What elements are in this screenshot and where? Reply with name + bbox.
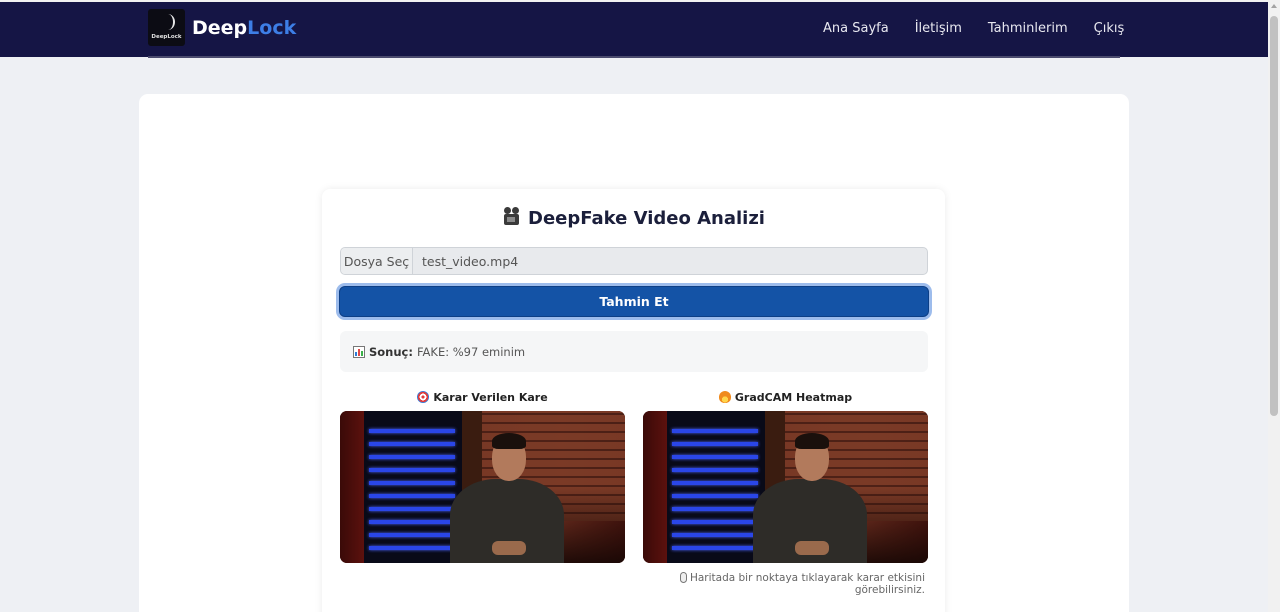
brand-name: DeepLock — [192, 17, 296, 39]
result-label: Sonuç: — [369, 344, 413, 359]
nav-link-my-predictions[interactable]: Tahminlerim — [988, 21, 1068, 36]
movie-camera-icon — [502, 207, 522, 227]
logo-text: DeepLock — [151, 34, 182, 40]
target-icon — [417, 391, 430, 403]
fire-icon — [718, 391, 731, 403]
gradcam-title-text: GradCAM Heatmap — [734, 391, 853, 404]
result-value: FAKE: %97 eminim — [416, 344, 526, 359]
predict-button[interactable]: Tahmin Et — [339, 286, 929, 317]
selected-file-name: test_video.mp4 — [422, 253, 519, 269]
logo-crescent — [161, 14, 175, 30]
gradcam-title: GradCAM Heatmap — [643, 391, 928, 404]
page-title-text: DeepFake Video Analizi — [528, 208, 765, 229]
result-box: Sonuç: FAKE: %97 eminim — [340, 331, 928, 372]
decision-frame-title: Karar Verilen Kare — [340, 391, 625, 404]
navbar-divider — [148, 56, 1120, 58]
nav-links: Ana Sayfa İletişim Tahminlerim Çıkış — [823, 21, 1150, 36]
decision-frame-title-text: Karar Verilen Kare — [433, 391, 548, 404]
page-title: DeepFake Video Analizi — [322, 207, 945, 229]
nav-link-home[interactable]: Ana Sayfa — [823, 21, 889, 36]
mouse-icon — [679, 572, 687, 583]
brand-name-lock: Lock — [247, 16, 297, 39]
scroll-thumb[interactable] — [1270, 16, 1278, 416]
decision-frame-image — [340, 411, 625, 563]
nav-link-contact[interactable]: İletişim — [915, 21, 962, 36]
scroll-up-arrow-icon[interactable] — [1271, 4, 1277, 8]
page-scrollbar[interactable] — [1268, 0, 1280, 612]
brand[interactable]: DeepLock DeepLock — [148, 9, 296, 46]
bar-chart-icon — [353, 345, 365, 358]
brand-name-deep: Deep — [192, 16, 248, 39]
choose-file-button[interactable]: Dosya Seç — [341, 248, 413, 274]
heatmap-hint-text: Haritada bir noktaya tıklayarak karar et… — [689, 572, 925, 596]
heatmap-hint: Haritada bir noktaya tıklayarak karar et… — [643, 572, 928, 596]
file-input[interactable]: Dosya Seç test_video.mp4 — [340, 247, 928, 275]
deeplock-logo-icon: DeepLock — [148, 9, 185, 46]
nav-link-logout[interactable]: Çıkış — [1094, 21, 1125, 36]
gradcam-heatmap-image[interactable] — [643, 411, 928, 563]
